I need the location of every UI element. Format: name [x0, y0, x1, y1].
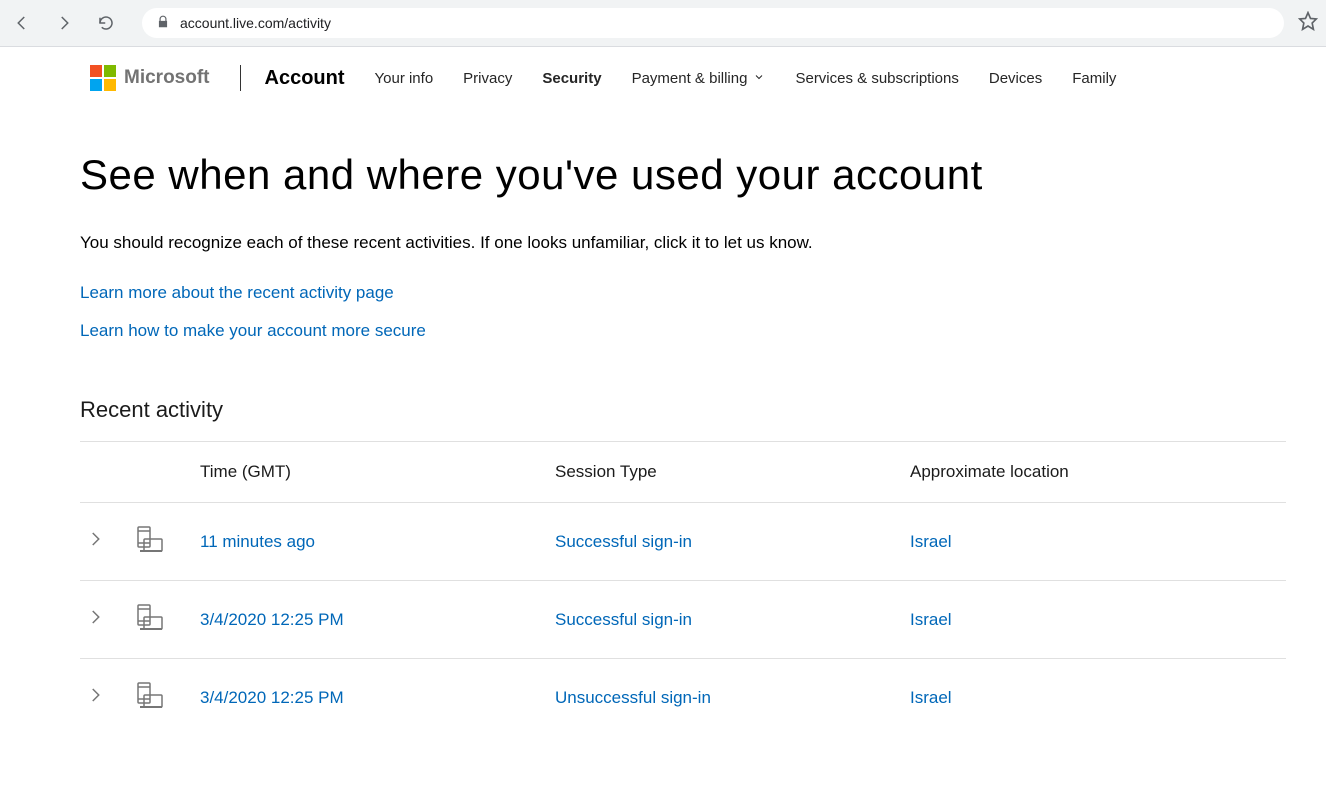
nav-account[interactable]: Account	[265, 67, 345, 90]
cell-time: 11 minutes ago	[200, 503, 555, 581]
page-title: See when and where you've used your acco…	[80, 151, 1286, 199]
forward-button[interactable]	[50, 9, 78, 37]
activity-row[interactable]: 11 minutes agoSuccessful sign-inIsrael	[80, 503, 1286, 581]
cell-location: Israel	[910, 581, 1286, 659]
cell-session: Unsuccessful sign-in	[555, 659, 910, 737]
cell-location: Israel	[910, 503, 1286, 581]
cell-location: Israel	[910, 659, 1286, 737]
nav-item-family[interactable]: Family	[1072, 70, 1116, 87]
cell-session: Successful sign-in	[555, 503, 910, 581]
col-session: Session Type	[555, 442, 910, 503]
expand-icon	[86, 530, 104, 553]
reload-button[interactable]	[92, 9, 120, 37]
address-bar[interactable]: account.live.com/activity	[142, 8, 1284, 38]
back-button[interactable]	[8, 9, 36, 37]
cell-time: 3/4/2020 12:25 PM	[200, 659, 555, 737]
nav-item-privacy[interactable]: Privacy	[463, 70, 512, 87]
col-location: Approximate location	[910, 442, 1286, 503]
expand-icon	[86, 686, 104, 709]
nav-item-devices[interactable]: Devices	[989, 70, 1042, 87]
chevron-down-icon	[753, 70, 765, 87]
browser-bar: account.live.com/activity	[0, 0, 1326, 47]
activity-table: Time (GMT) Session Type Approximate loca…	[80, 441, 1286, 736]
microsoft-logo-icon	[90, 65, 116, 91]
url-text: account.live.com/activity	[180, 15, 331, 31]
nav-links: Account Your info Privacy Security Payment …	[265, 67, 1117, 90]
section-title: Recent activity	[80, 397, 1286, 423]
activity-row[interactable]: 3/4/2020 12:25 PMSuccessful sign-inIsrae…	[80, 581, 1286, 659]
learn-link-1[interactable]: Learn how to make your account more secu…	[80, 321, 1286, 341]
bookmark-star-icon[interactable]	[1298, 11, 1318, 36]
device-icon	[132, 523, 164, 560]
nav-item-your-info[interactable]: Your info	[375, 70, 434, 87]
cell-session: Successful sign-in	[555, 581, 910, 659]
microsoft-wordmark: Microsoft	[124, 67, 210, 89]
expand-icon	[86, 608, 104, 631]
learn-link-0[interactable]: Learn more about the recent activity pag…	[80, 283, 1286, 303]
device-icon	[132, 679, 164, 716]
learn-links: Learn more about the recent activity pag…	[80, 283, 1286, 341]
device-icon	[132, 601, 164, 638]
top-nav: Microsoft Account Your info Privacy Securi…	[0, 47, 1326, 109]
col-time: Time (GMT)	[200, 442, 555, 503]
activity-row[interactable]: 3/4/2020 12:25 PMUnsuccessful sign-inIsr…	[80, 659, 1286, 737]
microsoft-logo[interactable]: Microsoft	[90, 65, 210, 91]
lock-icon	[156, 15, 170, 32]
nav-item-payment-billing[interactable]: Payment & billing	[632, 70, 766, 87]
cell-time: 3/4/2020 12:25 PM	[200, 581, 555, 659]
nav-item-services-subscriptions[interactable]: Services & subscriptions	[795, 70, 958, 87]
page-subtext: You should recognize each of these recen…	[80, 233, 1286, 253]
nav-item-security[interactable]: Security	[542, 70, 601, 87]
nav-divider	[240, 65, 241, 91]
